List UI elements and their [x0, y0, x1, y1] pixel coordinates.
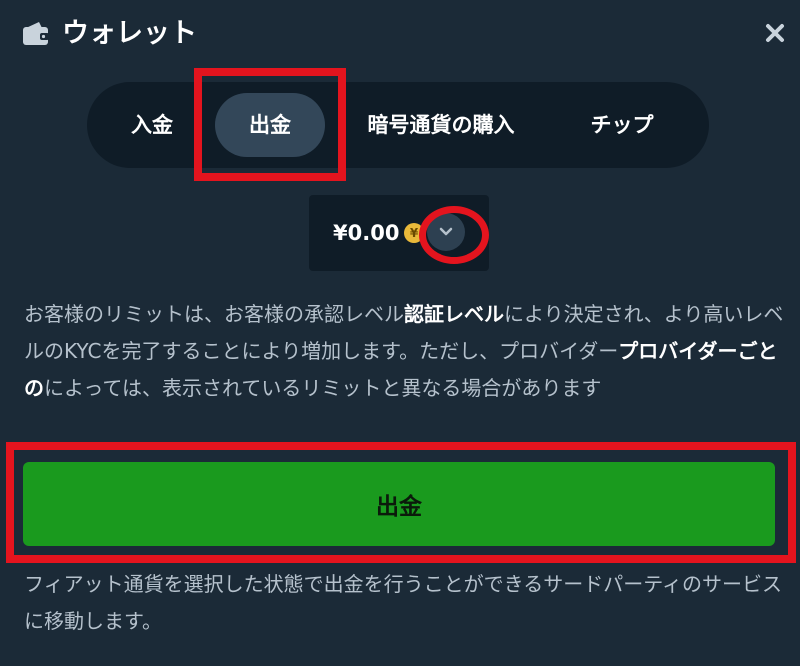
- balance-amount: ¥0.00: [333, 221, 400, 245]
- tab-buy-crypto[interactable]: 暗号通貨の購入: [337, 93, 545, 157]
- wallet-icon: [23, 22, 49, 45]
- third-party-note: フィアット通貨を選択した状態で出金を行うことができるサードパーティのサービスに移…: [24, 572, 782, 633]
- limit-info-text: お客様のリミットは、お客様の承認レベル認証レベルにより決定され、より高いレベルの…: [24, 296, 784, 407]
- wallet-tabs: 入金 出金 暗号通貨の購入 チップ: [87, 82, 709, 168]
- tab-tip[interactable]: チップ: [557, 93, 687, 157]
- tab-deposit[interactable]: 入金: [101, 93, 203, 157]
- yen-coin-icon: ¥: [404, 223, 424, 243]
- currency-selector: ¥0.00 ¥: [309, 195, 489, 271]
- tab-withdraw[interactable]: 出金: [215, 93, 325, 157]
- page-title: ウォレット: [62, 18, 197, 49]
- info-text-1: お客様のリミットは、お客様の承認レベル: [24, 302, 404, 326]
- close-icon[interactable]: [760, 18, 790, 48]
- currency-dropdown-button[interactable]: [427, 213, 465, 251]
- info-text-3: によっては、表示されているリミットと異なる場合があります: [44, 376, 602, 400]
- withdraw-button[interactable]: 出金: [23, 462, 775, 546]
- chevron-down-icon: [439, 227, 453, 236]
- info-bold-verification-level: 認証レベル: [404, 302, 504, 326]
- wallet-header: ウォレット: [0, 0, 800, 70]
